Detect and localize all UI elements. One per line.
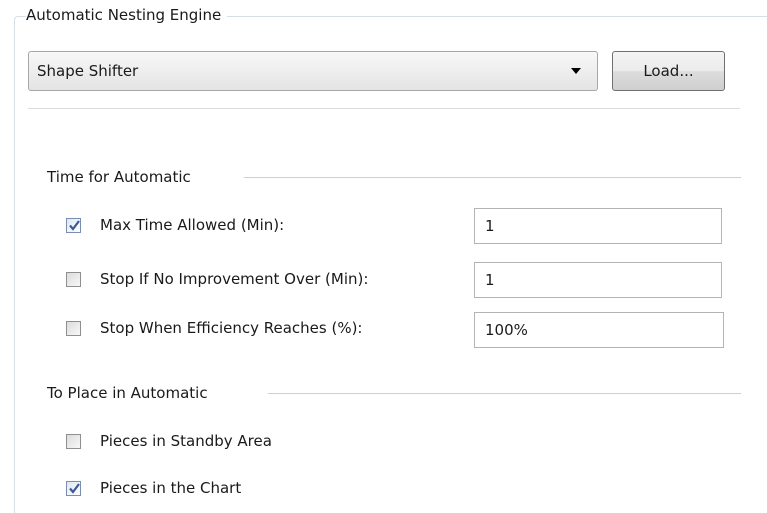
- time-section-title: Time for Automatic: [47, 168, 191, 186]
- max-time-label: Max Time Allowed (Min):: [100, 216, 285, 234]
- engine-dropdown-value: Shape Shifter: [37, 62, 139, 80]
- place-section-divider: [268, 393, 741, 394]
- place-section-title: To Place in Automatic: [47, 384, 208, 402]
- nesting-engine-panel: Automatic Nesting Engine Shape Shifter L…: [0, 0, 767, 513]
- check-mark-icon: [69, 220, 80, 231]
- check-mark-icon: [69, 483, 80, 494]
- chart-pieces-checkbox[interactable]: [66, 481, 81, 496]
- chevron-down-icon[interactable]: [571, 68, 581, 74]
- group-title: Automatic Nesting Engine: [26, 4, 228, 26]
- load-button[interactable]: Load...: [612, 51, 725, 91]
- efficiency-label: Stop When Efficiency Reaches (%):: [100, 319, 363, 337]
- max-time-input[interactable]: [474, 208, 722, 244]
- chart-pieces-label: Pieces in the Chart: [100, 479, 242, 497]
- standby-pieces-label: Pieces in Standby Area: [100, 432, 272, 450]
- engine-dropdown[interactable]: Shape Shifter: [28, 51, 598, 91]
- time-section-divider: [244, 177, 741, 178]
- efficiency-checkbox[interactable]: [66, 321, 81, 336]
- no-improvement-label: Stop If No Improvement Over (Min):: [100, 270, 369, 288]
- efficiency-input[interactable]: [474, 312, 724, 348]
- divider: [28, 108, 740, 109]
- no-improvement-input[interactable]: [474, 262, 722, 298]
- max-time-checkbox[interactable]: [66, 218, 81, 233]
- no-improvement-checkbox[interactable]: [66, 272, 81, 287]
- standby-pieces-checkbox[interactable]: [66, 434, 81, 449]
